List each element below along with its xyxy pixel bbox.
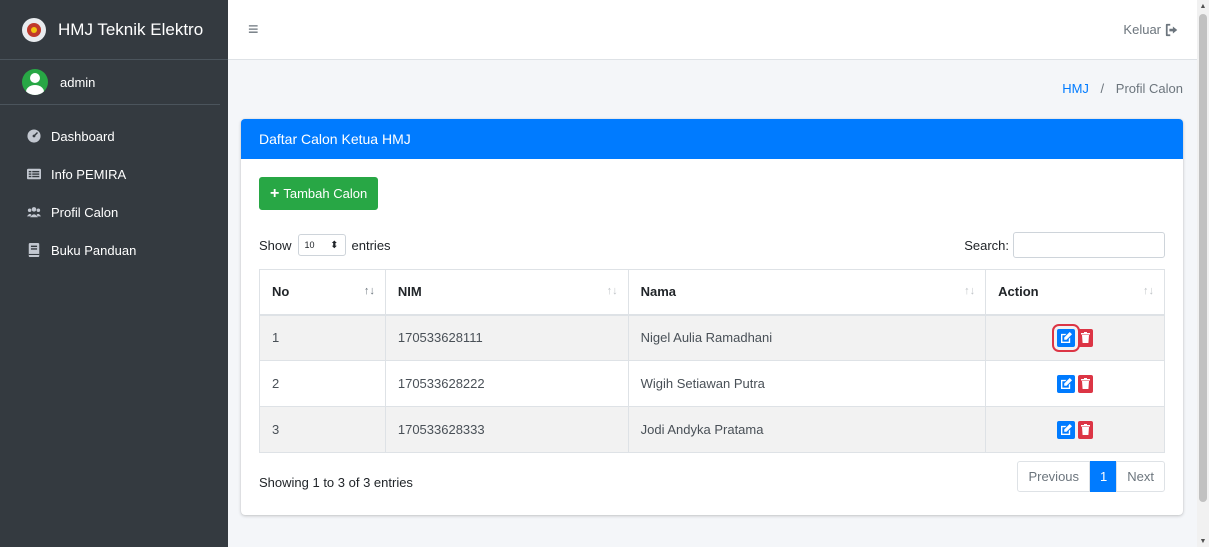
content-header: HMJ / Profil Calon xyxy=(228,60,1197,116)
sort-icon: ↑↓ xyxy=(964,285,976,297)
users-icon xyxy=(27,205,41,219)
entries-label: entries xyxy=(351,237,391,253)
cell-action xyxy=(985,406,1165,453)
cell-nim: 170533628111 xyxy=(384,314,629,361)
menu-toggle-icon[interactable]: ≡ xyxy=(248,19,259,40)
user-name: admin xyxy=(60,74,96,90)
column-header-no[interactable]: No ↑↓ xyxy=(259,269,386,316)
scroll-thumb[interactable] xyxy=(1199,14,1207,502)
table-footer: Showing 1 to 3 of 3 entries Previous 1 N… xyxy=(259,461,1165,492)
edit-icon xyxy=(1060,332,1072,344)
sort-asc-icon: ↑↓ xyxy=(363,285,375,297)
search-label: Search: xyxy=(964,237,1009,253)
sidebar-item-info-pemira[interactable]: Info PEMIRA xyxy=(0,155,228,193)
sidebar-item-buku-panduan[interactable]: Buku Panduan xyxy=(0,231,228,269)
column-header-nama[interactable]: Nama ↑↓ xyxy=(627,269,987,316)
table-controls: Show 10 ⬍ entries Search: xyxy=(259,231,1165,259)
search: Search: xyxy=(964,232,1165,258)
table-row: 2 170533628222 Wigih Setiawan Putra xyxy=(259,360,1165,407)
table-row: 1 170533628111 Nigel Aulia Ramadhani xyxy=(259,314,1165,361)
cell-nim: 170533628222 xyxy=(384,360,629,407)
candidate-table: No ↑↓ NIM ↑↓ Nama ↑↓ Action ↑↓ 1 1705336… xyxy=(259,269,1165,453)
sort-icon: ↑↓ xyxy=(606,285,618,297)
page-scrollbar[interactable]: ▲ ▼ xyxy=(1197,0,1209,547)
table-info: Showing 1 to 3 of 3 entries xyxy=(259,475,413,490)
edit-button[interactable] xyxy=(1057,420,1076,439)
sidebar-item-label: Dashboard xyxy=(51,128,115,144)
edit-icon xyxy=(1060,424,1072,435)
column-header-label: Nama xyxy=(640,284,677,300)
column-header-nim[interactable]: NIM ↑↓ xyxy=(384,269,629,316)
column-header-action[interactable]: Action ↑↓ xyxy=(985,269,1165,316)
edit-icon xyxy=(1060,378,1072,389)
brand-link[interactable]: HMJ Teknik Elektro xyxy=(0,0,228,60)
breadcrumb-separator: / xyxy=(1100,80,1105,96)
scroll-up-icon[interactable]: ▲ xyxy=(1197,0,1209,12)
plus-icon: + xyxy=(270,184,280,202)
breadcrumb-current: Profil Calon xyxy=(1115,80,1183,96)
show-entries: Show 10 ⬍ entries xyxy=(259,234,391,256)
candidate-card: Daftar Calon Ketua HMJ + Tambah Calon Sh… xyxy=(241,119,1183,515)
top-navbar: ≡ Keluar xyxy=(228,0,1197,60)
table-header-row: No ↑↓ NIM ↑↓ Nama ↑↓ Action ↑↓ xyxy=(259,269,1165,316)
dashboard-icon xyxy=(27,129,41,143)
card-body: + Tambah Calon Show 10 ⬍ entries Search: xyxy=(241,159,1183,492)
entries-select[interactable]: 10 ⬍ xyxy=(297,234,346,256)
next-page-button[interactable]: Next xyxy=(1116,461,1165,492)
cell-no: 2 xyxy=(259,360,386,407)
breadcrumb-home-link[interactable]: HMJ xyxy=(1062,81,1089,96)
entries-value: 10 xyxy=(304,240,315,250)
card-title: Daftar Calon Ketua HMJ xyxy=(241,119,1183,159)
sort-icon: ↑↓ xyxy=(1143,285,1154,297)
breadcrumb: HMJ / Profil Calon xyxy=(1062,81,1183,96)
previous-page-button[interactable]: Previous xyxy=(1017,461,1091,492)
logout-label: Keluar xyxy=(1123,22,1161,37)
edit-button[interactable] xyxy=(1052,323,1081,352)
delete-button[interactable] xyxy=(1078,328,1094,347)
sign-out-icon xyxy=(1165,23,1179,37)
search-input[interactable] xyxy=(1013,232,1165,258)
edit-button[interactable] xyxy=(1057,374,1076,393)
add-candidate-button[interactable]: + Tambah Calon xyxy=(259,177,379,210)
cell-no: 3 xyxy=(259,406,386,453)
cell-nama: Jodi Andyka Pratama xyxy=(627,406,987,453)
column-header-label: No xyxy=(272,284,290,300)
page-1-button[interactable]: 1 xyxy=(1090,461,1118,492)
scroll-down-icon[interactable]: ▼ xyxy=(1197,535,1209,547)
table-row: 3 170533628333 Jodi Andyka Pratama xyxy=(259,406,1165,453)
cell-action xyxy=(985,360,1165,407)
cell-action xyxy=(985,314,1165,361)
cell-nama: Wigih Setiawan Putra xyxy=(627,360,987,407)
cell-nim: 170533628333 xyxy=(384,406,629,453)
sidebar-item-label: Info PEMIRA xyxy=(51,166,127,182)
sidebar: HMJ Teknik Elektro admin Dashboard Info … xyxy=(0,0,228,547)
logout-link[interactable]: Keluar xyxy=(1123,22,1179,37)
delete-button[interactable] xyxy=(1078,420,1094,439)
sidebar-item-label: Profil Calon xyxy=(51,204,119,220)
trash-icon xyxy=(1081,332,1091,344)
cell-no: 1 xyxy=(259,314,386,361)
brand-logo-icon xyxy=(22,17,46,42)
delete-button[interactable] xyxy=(1078,374,1094,393)
sidebar-item-label: Buku Panduan xyxy=(51,242,137,258)
cell-nama: Nigel Aulia Ramadhani xyxy=(627,314,987,361)
list-icon xyxy=(27,167,41,181)
sidebar-nav: Dashboard Info PEMIRA Profil Calon Buku … xyxy=(0,117,228,269)
brand-title: HMJ Teknik Elektro xyxy=(58,19,204,39)
column-header-label: Action xyxy=(998,284,1039,300)
pagination: Previous 1 Next xyxy=(1017,461,1165,492)
show-label: Show xyxy=(259,237,292,253)
column-header-label: NIM xyxy=(397,284,422,300)
add-candidate-label: Tambah Calon xyxy=(283,186,368,201)
select-caret-icon: ⬍ xyxy=(330,239,339,251)
user-panel[interactable]: admin xyxy=(0,60,220,105)
book-icon xyxy=(27,243,41,257)
avatar xyxy=(22,69,48,95)
sidebar-item-dashboard[interactable]: Dashboard xyxy=(0,117,228,155)
sidebar-item-profil-calon[interactable]: Profil Calon xyxy=(0,193,228,231)
trash-icon xyxy=(1081,378,1091,389)
trash-icon xyxy=(1081,424,1091,435)
